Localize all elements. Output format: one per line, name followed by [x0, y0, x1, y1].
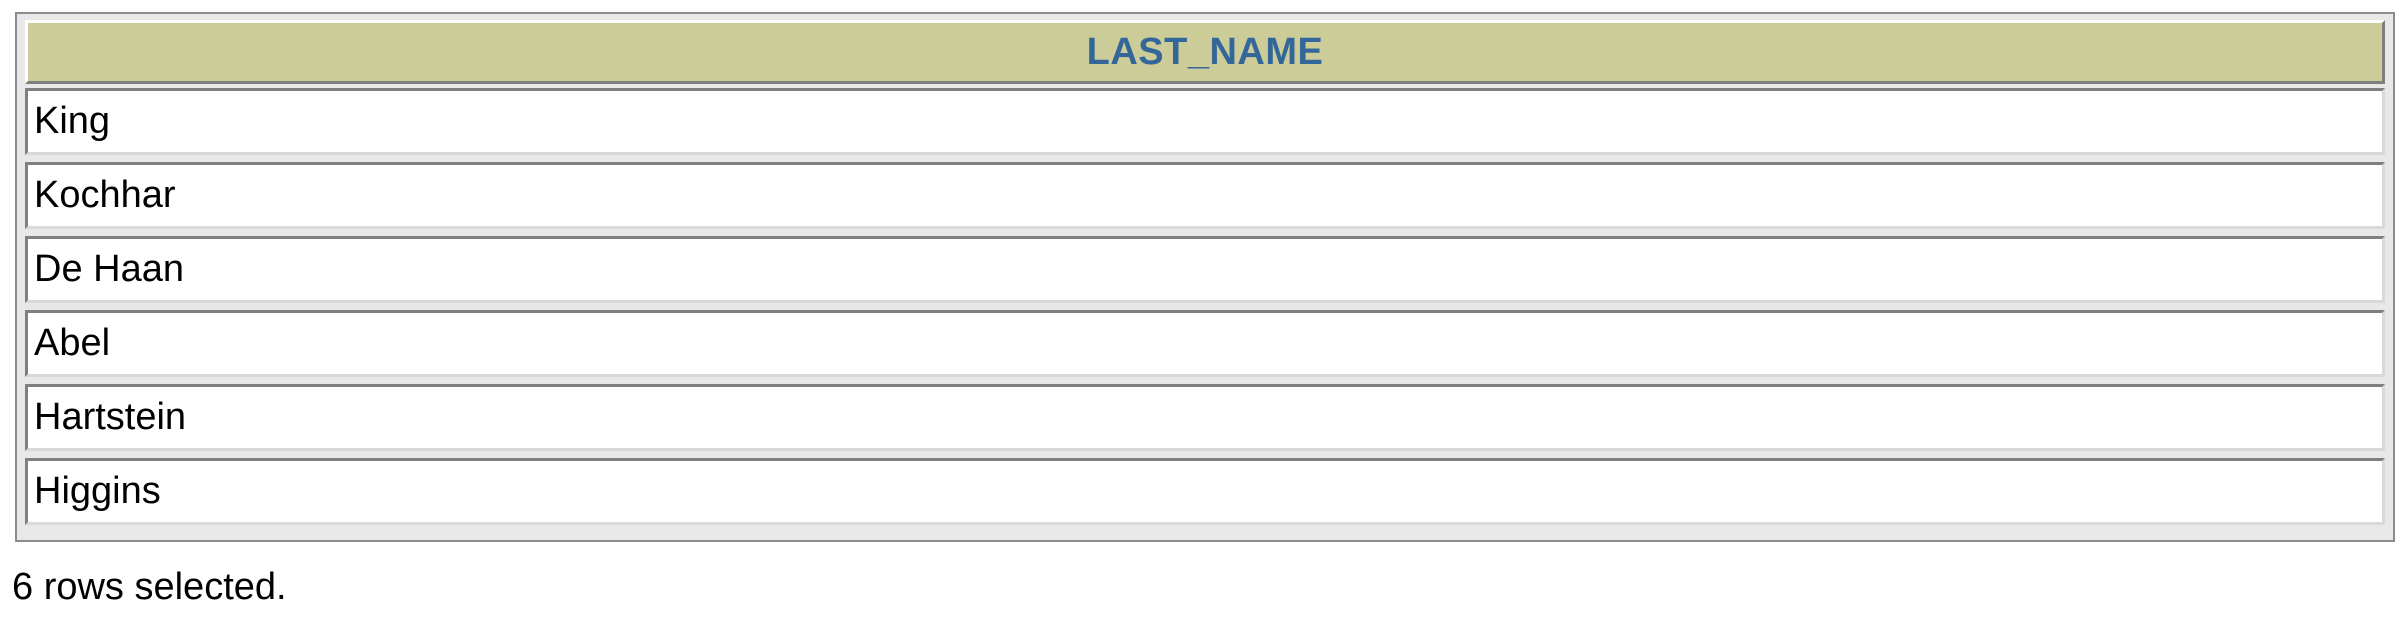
result-rows: King Kochhar De Haan Abel Hartstein Higg…	[25, 88, 2385, 525]
query-result-table: LAST_NAME King Kochhar De Haan Abel Hart…	[15, 12, 2395, 542]
table-row[interactable]: Hartstein	[25, 384, 2385, 451]
table-row[interactable]: De Haan	[25, 236, 2385, 303]
table-row[interactable]: Higgins	[25, 458, 2385, 525]
result-grid: LAST_NAME King Kochhar De Haan Abel Hart…	[25, 20, 2385, 532]
table-row[interactable]: Abel	[25, 310, 2385, 377]
column-header-last-name[interactable]: LAST_NAME	[25, 20, 2385, 84]
rows-selected-status: 6 rows selected.	[12, 566, 287, 608]
table-row[interactable]: Kochhar	[25, 162, 2385, 229]
table-row[interactable]: King	[25, 88, 2385, 155]
